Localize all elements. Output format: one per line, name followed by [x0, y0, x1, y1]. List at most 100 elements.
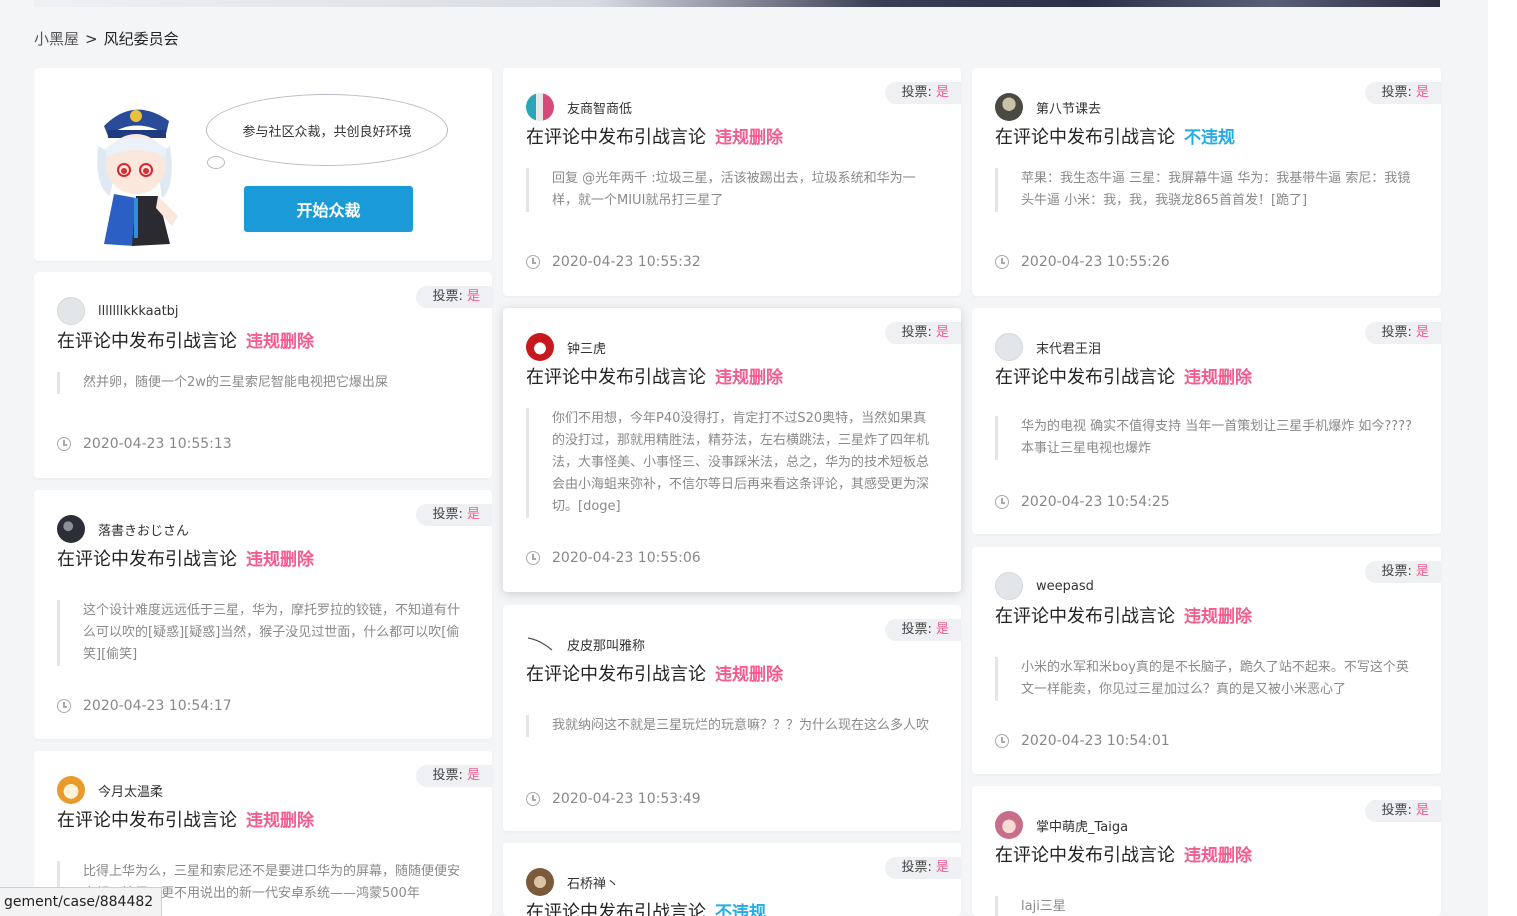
username[interactable]: 皮皮那叫雅称: [567, 635, 645, 654]
vote-badge: 投票: 是: [885, 82, 961, 104]
case-verdict: 违规删除: [715, 128, 783, 148]
username[interactable]: 落書きおじさん: [98, 520, 189, 539]
clock-icon: [995, 734, 1009, 748]
username[interactable]: 石桥禅丶: [567, 873, 619, 892]
case-title: 在评论中发布引战言论 违规删除: [526, 363, 783, 389]
vote-badge: 投票: 是: [416, 765, 492, 787]
vote-value: 是: [1415, 564, 1429, 579]
vote-label: 投票:: [432, 289, 463, 304]
case-card[interactable]: 投票: 是 lllllllkkkaatbj 在评论中发布引战言论 违规删除 然并卵…: [34, 272, 492, 478]
username[interactable]: 钟三虎: [567, 338, 606, 357]
case-card[interactable]: 投票: 是 石桥禅丶 在评论中发布引战言论 不违规: [503, 843, 961, 916]
case-comment-quote: 华为的电视 确实不值得支持 当年一首策划让三星手机爆炸 如今????本事让三星电…: [995, 416, 1413, 460]
username[interactable]: 今月太温柔: [98, 781, 163, 800]
vote-value: 是: [935, 85, 949, 100]
vote-label: 投票:: [1381, 564, 1412, 579]
username[interactable]: 末代君王泪: [1036, 338, 1101, 357]
vote-value: 是: [466, 507, 480, 522]
case-reason: 在评论中发布引战言论: [995, 127, 1175, 148]
status-bar-url: gement/case/884482: [0, 887, 163, 916]
case-reason: 在评论中发布引战言论: [995, 367, 1175, 388]
case-timestamp: 2020-04-23 10:53:49: [552, 791, 701, 807]
vote-label: 投票:: [432, 507, 463, 522]
case-reason: 在评论中发布引战言论: [995, 845, 1175, 866]
case-comment-quote: laji三星: [995, 896, 1413, 916]
case-reason: 在评论中发布引战言论: [526, 664, 706, 685]
clock-icon: [57, 437, 71, 451]
case-reason: 在评论中发布引战言论: [526, 902, 706, 916]
clock-icon: [995, 495, 1009, 509]
vote-label: 投票:: [1381, 803, 1412, 818]
case-card[interactable]: 投票: 是 第八节课去 在评论中发布引战言论 不违规 苹果：我生态牛逼 三星：我屏…: [972, 68, 1441, 296]
user-avatar[interactable]: [995, 333, 1023, 361]
vote-badge: 投票: 是: [1365, 82, 1441, 104]
case-reason: 在评论中发布引战言论: [57, 549, 237, 570]
case-verdict: 不违规: [715, 903, 766, 916]
case-verdict: 违规删除: [246, 332, 314, 352]
case-comment-quote: 然并卵，随便一个2w的三星索尼智能电视把它爆出屎: [57, 372, 464, 394]
case-timestamp: 2020-04-23 10:55:26: [1021, 254, 1170, 270]
case-comment-quote: 小米的水军和米boy真的是不长脑子，跪久了站不起来。不写这个英文一样能卖，你见过…: [995, 657, 1413, 701]
username[interactable]: 第八节课去: [1036, 98, 1101, 117]
breadcrumb: 小黑屋 > 风纪委员会: [34, 28, 179, 49]
user-avatar[interactable]: [57, 776, 85, 804]
case-verdict: 违规删除: [246, 550, 314, 570]
start-review-button[interactable]: 开始众裁: [244, 186, 413, 232]
case-title: 在评论中发布引战言论 违规删除: [526, 660, 783, 686]
breadcrumb-separator: >: [85, 30, 98, 48]
user-avatar[interactable]: [526, 333, 554, 361]
username[interactable]: 友商智商低: [567, 98, 632, 117]
case-reason: 在评论中发布引战言论: [57, 810, 237, 831]
vote-value: 是: [466, 289, 480, 304]
top-banner-image: [34, 0, 1440, 7]
vote-badge: 投票: 是: [416, 286, 492, 308]
case-reason: 在评论中发布引战言论: [526, 367, 706, 388]
case-time: 2020-04-23 10:54:01: [995, 733, 1170, 749]
clock-icon: [526, 255, 540, 269]
case-title: 在评论中发布引战言论 不违规: [995, 123, 1235, 149]
user-avatar[interactable]: [526, 93, 554, 121]
user-avatar[interactable]: [995, 572, 1023, 600]
user-avatar[interactable]: [57, 515, 85, 543]
breadcrumb-current: 风纪委员会: [103, 30, 179, 48]
case-time: 2020-04-23 10:53:49: [526, 791, 701, 807]
case-reason: 在评论中发布引战言论: [57, 331, 237, 352]
case-card[interactable]: 投票: 是 掌中萌虎_Taiga 在评论中发布引战言论 违规删除 laji三星: [972, 786, 1441, 916]
user-avatar[interactable]: [995, 93, 1023, 121]
username[interactable]: 掌中萌虎_Taiga: [1036, 816, 1128, 835]
case-title: 在评论中发布引战言论 违规删除: [57, 806, 314, 832]
case-card[interactable]: 投票: 是 weepasd 在评论中发布引战言论 违规删除 小米的水军和米boy真…: [972, 547, 1441, 774]
vote-badge: 投票: 是: [1365, 322, 1441, 344]
user-avatar[interactable]: [57, 297, 85, 325]
user-avatar[interactable]: [526, 630, 554, 658]
case-card[interactable]: 投票: 是 皮皮那叫雅称 在评论中发布引战言论 违规删除 我就纳闷这不就是三星玩烂…: [503, 605, 961, 831]
case-timestamp: 2020-04-23 10:54:25: [1021, 494, 1170, 510]
case-title: 在评论中发布引战言论 违规删除: [995, 602, 1252, 628]
case-time: 2020-04-23 10:54:17: [57, 698, 232, 714]
case-verdict: 违规删除: [715, 665, 783, 685]
user-avatar[interactable]: [526, 868, 554, 896]
vote-badge: 投票: 是: [416, 504, 492, 526]
case-verdict: 违规删除: [715, 368, 783, 388]
case-verdict: 违规删除: [1184, 846, 1252, 866]
vote-label: 投票:: [901, 85, 932, 100]
vote-label: 投票:: [901, 325, 932, 340]
breadcrumb-home-link[interactable]: 小黑屋: [34, 30, 79, 48]
case-card[interactable]: 投票: 是 落書きおじさん 在评论中发布引战言论 违规删除 这个设计难度远远低于三…: [34, 490, 492, 739]
username[interactable]: lllllllkkkaatbj: [98, 304, 179, 319]
case-verdict: 违规删除: [1184, 607, 1252, 627]
vote-badge: 投票: 是: [1365, 800, 1441, 822]
case-verdict: 不违规: [1184, 128, 1235, 148]
case-time: 2020-04-23 10:55:13: [57, 436, 232, 452]
user-avatar[interactable]: [995, 811, 1023, 839]
vote-badge: 投票: 是: [1365, 561, 1441, 583]
case-card[interactable]: 投票: 是 末代君王泪 在评论中发布引战言论 违规删除 华为的电视 确实不值得支持…: [972, 308, 1441, 534]
case-card[interactable]: 投票: 是 友商智商低 在评论中发布引战言论 违规删除 回复 @光年两千 :垃圾三…: [503, 68, 961, 296]
username[interactable]: weepasd: [1036, 579, 1094, 594]
vote-value: 是: [935, 860, 949, 875]
vote-label: 投票:: [901, 860, 932, 875]
case-card[interactable]: 投票: 是 钟三虎 在评论中发布引战言论 违规删除 你们不用想，今年P40没得打，…: [503, 308, 961, 592]
vote-badge: 投票: 是: [885, 857, 961, 879]
vote-label: 投票:: [901, 622, 932, 637]
vote-value: 是: [1415, 85, 1429, 100]
